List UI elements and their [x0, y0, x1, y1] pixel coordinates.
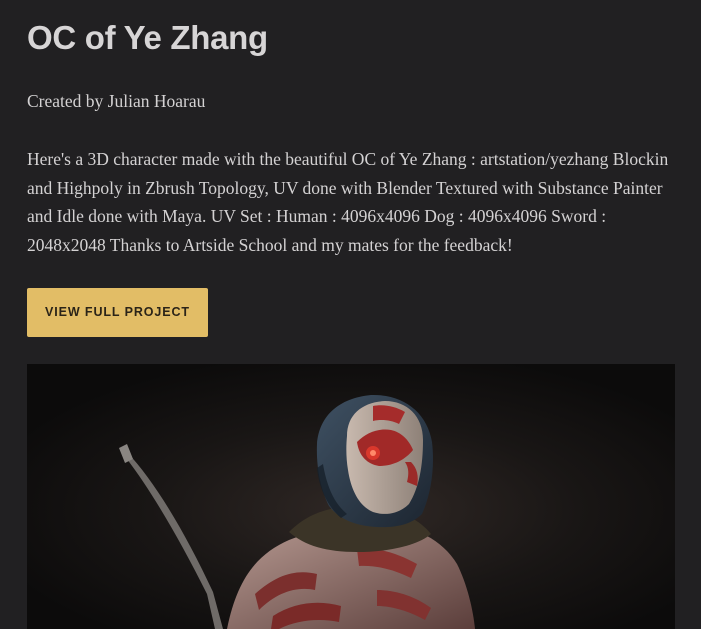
project-title: OC of Ye Zhang [27, 19, 268, 56]
project-page: OC of Ye Zhang Created by Julian Hoarau … [0, 0, 701, 629]
view-full-project-button[interactable]: VIEW FULL PROJECT [27, 288, 208, 337]
page-gutter [675, 364, 701, 629]
creator-byline: Created by Julian Hoarau [27, 91, 206, 111]
character-render-image [27, 364, 675, 629]
project-hero-image [27, 364, 675, 629]
project-description: Here's a 3D character made with the beau… [27, 149, 669, 256]
